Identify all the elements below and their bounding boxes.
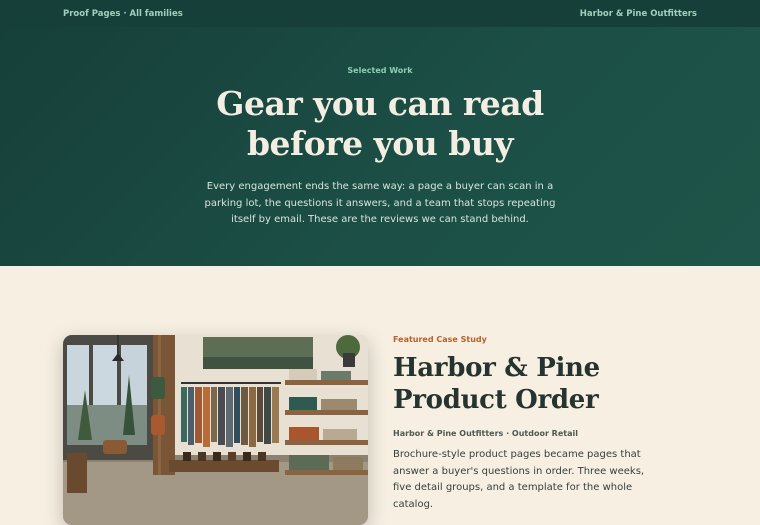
top-nav: Proof Pages · All families Harbor & Pine… <box>0 0 760 27</box>
featured-description: Brochure-style product pages became page… <box>393 449 645 510</box>
nav-all-families-link[interactable]: Proof Pages · All families <box>63 9 183 19</box>
case-study-image[interactable] <box>63 335 368 525</box>
hero-title: Gear you can read before you buy <box>0 84 760 164</box>
hero-eyebrow: Selected Work <box>347 66 413 75</box>
nav-client-link[interactable]: Harbor & Pine Outfitters <box>580 9 697 19</box>
featured-title[interactable]: Harbor & Pine Product Order <box>393 352 663 416</box>
store-interior-illustration <box>63 335 368 525</box>
featured-eyebrow: Featured Case Study <box>393 335 487 344</box>
featured-title-line-2: Product Order <box>393 385 599 415</box>
featured-meta: Harbor & Pine Outfitters · Outdoor Retai… <box>393 429 578 438</box>
featured-title-line-1: Harbor & Pine <box>393 353 600 383</box>
hero-title-line-2: before you buy <box>246 124 514 163</box>
hero-section: Selected Work Gear you can read before y… <box>0 27 760 266</box>
hero-description: Every engagement ends the same way: a pa… <box>204 181 556 225</box>
featured-case-study: Featured Case Study Harbor & Pine Produc… <box>393 335 663 513</box>
hero-title-line-1: Gear you can read <box>216 84 544 123</box>
